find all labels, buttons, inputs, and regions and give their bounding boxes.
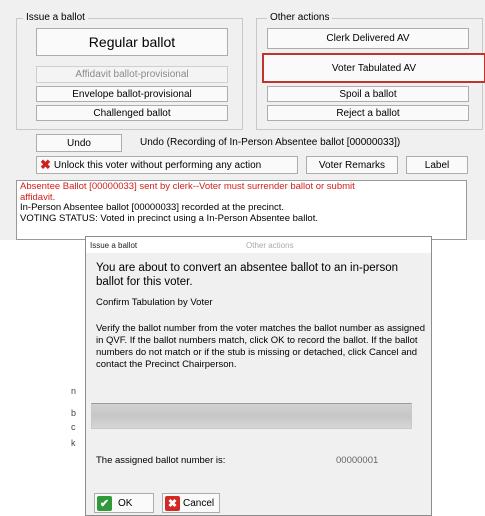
assigned-ballot-value: 00000001 <box>336 455 379 466</box>
unlock-voter-button[interactable]: ✖ Unlock this voter without performing a… <box>36 156 298 174</box>
dialog-underlay-text: Other actions <box>246 241 294 250</box>
ok-label: OK <box>118 497 133 509</box>
affidavit-ballot-button[interactable]: Affidavit ballot-provisional <box>36 66 228 83</box>
envelope-ballot-button[interactable]: Envelope ballot-provisional <box>36 86 228 102</box>
text-fragment: n <box>71 386 77 396</box>
text-fragment: b <box>71 408 77 418</box>
ok-button[interactable]: ✔ OK <box>94 493 154 513</box>
challenged-ballot-button[interactable]: Challenged ballot <box>36 105 228 121</box>
other-actions-group-title: Other actions <box>267 12 333 23</box>
reject-ballot-button[interactable]: Reject a ballot <box>267 105 469 121</box>
label-button[interactable]: Label <box>406 156 468 174</box>
regular-ballot-button[interactable]: Regular ballot <box>36 28 228 56</box>
voter-history-log: Absentee Ballot [00000033] sent by clerk… <box>16 180 467 240</box>
text-fragment: c <box>71 422 76 432</box>
red-x-icon: ✖ <box>40 157 51 172</box>
undo-description: Undo (Recording of In-Person Absentee ba… <box>140 137 401 148</box>
green-check-icon: ✔ <box>97 495 112 511</box>
log-line: VOTING STATUS: Voted in precinct using a… <box>20 212 318 224</box>
spoil-ballot-button[interactable]: Spoil a ballot <box>267 86 469 102</box>
cancel-label: Cancel <box>183 497 215 509</box>
dialog-heading: You are about to convert an absentee bal… <box>96 262 398 288</box>
undo-button[interactable]: Undo <box>36 134 122 152</box>
assigned-ballot-label: The assigned ballot number is: <box>96 455 226 466</box>
unlock-voter-label: Unlock this voter without performing any… <box>53 159 262 171</box>
text-fragment: k <box>71 438 76 448</box>
ballot-window: Issue a ballot Other actions Regular bal… <box>0 0 485 240</box>
dialog-subheading: Confirm Tabulation by Voter <box>96 297 213 308</box>
voter-tabulated-av-button[interactable]: Voter Tabulated AV <box>262 53 485 83</box>
red-x-icon: ✖ <box>165 495 180 511</box>
log-line: Absentee Ballot [00000033] sent by clerk… <box>20 181 355 192</box>
cancel-button[interactable]: ✖ Cancel <box>162 493 220 513</box>
background-window-strip: n b c k <box>0 240 85 516</box>
log-line: In-Person Absentee ballot [00000033] rec… <box>20 202 285 213</box>
clerk-delivered-av-button[interactable]: Clerk Delivered AV <box>267 28 469 49</box>
dialog-instructions: Verify the ballot number from the voter … <box>96 323 425 370</box>
voter-remarks-button[interactable]: Voter Remarks <box>306 156 398 174</box>
dialog-title: Issue a ballot <box>90 241 138 250</box>
issue-ballot-group-title: Issue a ballot <box>23 12 88 23</box>
confirm-tabulation-dialog: Issue a ballot Other actions You are abo… <box>85 236 432 516</box>
ballot-number-field <box>91 403 412 429</box>
